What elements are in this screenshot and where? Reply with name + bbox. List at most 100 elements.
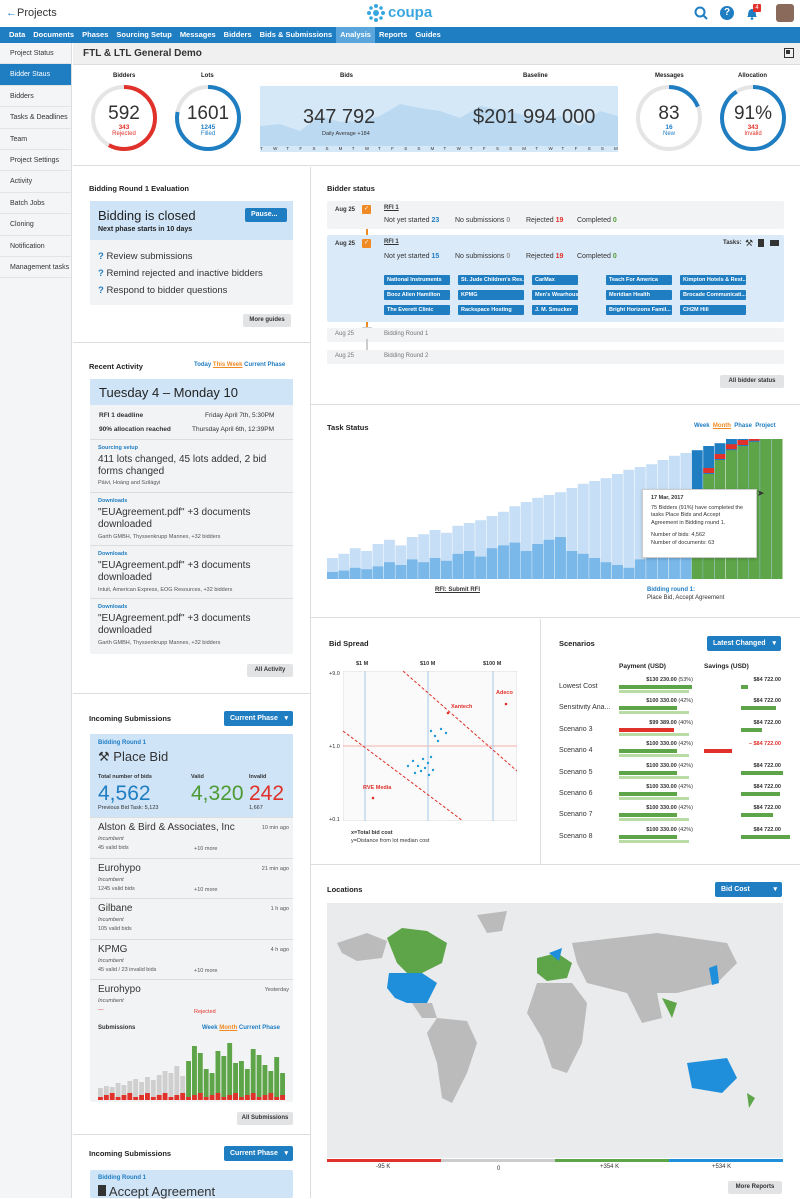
nav-guides[interactable]: Guides [411,27,444,43]
submission-item[interactable]: Gilbane 1 h ago Incumbent 105 valid bids [90,898,293,938]
bidder-tag[interactable]: St. Jude Children's Res... [458,275,524,285]
submission-item[interactable]: KPMG 4 h ago Incumbent 45 valid / 23 invali… [90,938,293,979]
sidebar-item-bidder-status[interactable]: Bidder Staus [0,64,71,86]
nav-sourcing-setup[interactable]: Sourcing Setup [112,27,175,43]
evaluation-card: Bidding is closed Pause... Next phase st… [90,201,293,305]
filter-phase[interactable]: Phase [734,423,752,429]
pause-button[interactable]: Pause... [245,208,287,222]
bidder-tag[interactable]: The Everett Clinic [384,305,450,315]
submission-item[interactable]: Alston & Bird & Associates, Inc 10 min ag… [90,817,293,857]
back-arrow-icon[interactable]: ← [6,7,17,19]
help-icon[interactable]: ? [720,6,734,20]
bidder-tag[interactable]: Bright Horizons Famil... [606,305,672,315]
nav-messages[interactable]: Messages [176,27,220,43]
bidder-tag[interactable]: National Instruments [384,275,450,285]
all-submissions-button[interactable]: All Submissions [237,1112,293,1125]
bidder-tag[interactable]: Rackspace Hosting [458,305,524,315]
filter-project[interactable]: Project [755,423,775,429]
guide-item[interactable]: ? Remind rejected and inactive bidders [98,268,263,279]
bidder-tag[interactable]: Booz Allen Hamilton [384,290,450,300]
locations-dropdown[interactable]: Bid Cost ▾ [715,882,782,897]
scenario-row[interactable]: Scenario 5 $100 330.00 (42%) $84 722.00 [541,762,800,783]
scenario-row[interactable]: Lowest Cost $130 230.00 (53%) $84 722.00 [541,676,800,697]
sub-filter-month[interactable]: Month [219,1025,237,1031]
more-guides-button[interactable]: More guides [243,314,291,327]
kpi-bids-value: 347 792 [303,106,376,128]
scenario-row[interactable]: Scenario 3 $99 389.00 (40%) $84 722.00 [541,719,800,740]
filter-week[interactable]: Week [694,423,710,429]
bidder-tag[interactable]: Men's Wearhouse [532,290,578,300]
sidebar-item-team[interactable]: Team [0,129,71,150]
nav-bidders[interactable]: Bidders [220,27,256,43]
scenario-row[interactable]: Scenario 6 $100 330.00 (42%) $84 722.00 [541,783,800,804]
nav-documents[interactable]: Documents [29,27,78,43]
mail-icon[interactable] [770,240,779,246]
scenario-row[interactable]: Scenario 4 $100 330.00 (42%) – $84 722.00 [541,740,800,761]
date-range: Tuesday 4 – Monday 10 [99,385,238,400]
status-row-future[interactable]: Aug 25 Bidding Round 2 [327,350,784,364]
sidebar-item-bidders[interactable]: Bidders [0,86,71,108]
activity-item[interactable]: Downloads "EUAgreement.pdf" +3 documents … [90,545,293,598]
status-row[interactable]: Aug 25 ✓ RFI 1 Not yet started 23 No sub… [327,201,784,229]
scenario-dropdown[interactable]: Latest Changed ▾ [707,636,781,651]
document-icon[interactable] [758,239,764,247]
guide-item[interactable]: ? Review submissions [98,251,193,262]
projects-link[interactable]: Projects [17,7,57,19]
bidder-tag[interactable]: Meridian Health [606,290,672,300]
all-bidder-status-button[interactable]: All bidder status [720,375,784,388]
bidder-tag[interactable]: CH2M Hill [680,305,746,315]
sub-filter-week[interactable]: Week [202,1025,218,1031]
scenario-row[interactable]: Scenario 7 $100 330.00 (42%) $84 722.00 [541,804,800,825]
gavel-icon[interactable]: ⚒ [745,238,753,249]
sidebar-item-batch-jobs[interactable]: Batch Jobs [0,193,71,215]
submission-item[interactable]: Eurohypo 21 min ago Incumbent 1245 valid bi… [90,857,293,898]
nav-data[interactable]: Data [5,27,29,43]
bidder-tag[interactable]: KPMG [458,290,524,300]
activity-item[interactable]: Downloads "EUAgreement.pdf" +3 documents … [90,492,293,545]
scenario-row[interactable]: Scenario 8 $100 330.00 (42%) $84 722.00 [541,826,800,847]
nav-bids-submissions[interactable]: Bids & Submissions [256,27,337,43]
nav-analysis[interactable]: Analysis [336,27,375,43]
page-title: FTL & LTL General Demo [83,48,202,59]
nav-reports[interactable]: Reports [375,27,411,43]
submission-bar [256,1055,262,1099]
phase-label-round1-tasks: Place Bid, Accept Agreement [647,595,725,601]
bidder-tag[interactable]: Teach For America [606,275,672,285]
bidder-tag[interactable]: J. M. Smucker [532,305,578,315]
more-reports-button[interactable]: More Reports [728,1181,782,1194]
status-row-expanded[interactable]: Aug 25 ✓ RFI 1 Not yet started 15 No sub… [327,235,784,322]
filter-month[interactable]: Month [713,423,731,429]
submission-bar [215,1051,221,1099]
sidebar-item-management[interactable]: Management tasks [0,257,71,279]
status-row-future[interactable]: Aug 25 Bidding Round 1 [327,328,784,342]
sidebar-item-settings[interactable]: Project Settings [0,150,71,172]
filter-today[interactable]: Today [194,362,211,368]
incoming-dropdown[interactable]: Current Phase ▾ [224,711,293,726]
submission-item[interactable]: Eurohypo Yesterday Incumbent — Rejected [90,979,293,1019]
filter-current-phase[interactable]: Current Phase [244,362,285,368]
sidebar-item-project-status[interactable]: Project Status [0,43,71,65]
avatar[interactable] [776,4,794,22]
bidder-tag[interactable]: Kimpton Hotels & Rest... [680,275,746,285]
sidebar-item-activity[interactable]: Activity [0,171,71,193]
guide-item[interactable]: ? Respond to bidder questions [98,285,227,296]
sidebar-item-notification[interactable]: Notification [0,236,71,257]
scenarios-panel: Scenarios Latest Changed ▾ Payment (USD) … [541,619,800,865]
bidder-tag[interactable]: Brocade Communicati... [680,290,746,300]
all-activity-button[interactable]: All Activity [247,664,293,677]
bid-spread-title: Bid Spread [329,639,369,648]
day-tick: F [391,146,394,151]
sidebar-item-cloning[interactable]: Cloning [0,214,71,236]
sub-filter-phase[interactable]: Current Phase [239,1025,280,1031]
incoming2-dropdown[interactable]: Current Phase ▾ [224,1146,293,1161]
filter-this-week[interactable]: This Week [213,362,243,368]
fullscreen-icon[interactable] [784,48,794,58]
nav-phases[interactable]: Phases [78,27,112,43]
activity-item[interactable]: Sourcing setup 411 lots changed, 45 lots … [90,439,293,492]
bidder-tag[interactable]: CarMax [532,275,578,285]
search-icon[interactable] [694,6,708,22]
scenario-row[interactable]: Sensitivity Ana... $100 330.00 (42%) $84 7… [541,697,800,718]
activity-item[interactable]: Downloads "EUAgreement.pdf" +3 documents … [90,598,293,651]
bidding-status: Bidding is closed [98,208,196,223]
sidebar-item-tasks[interactable]: Tasks & Deadlines [0,107,71,129]
